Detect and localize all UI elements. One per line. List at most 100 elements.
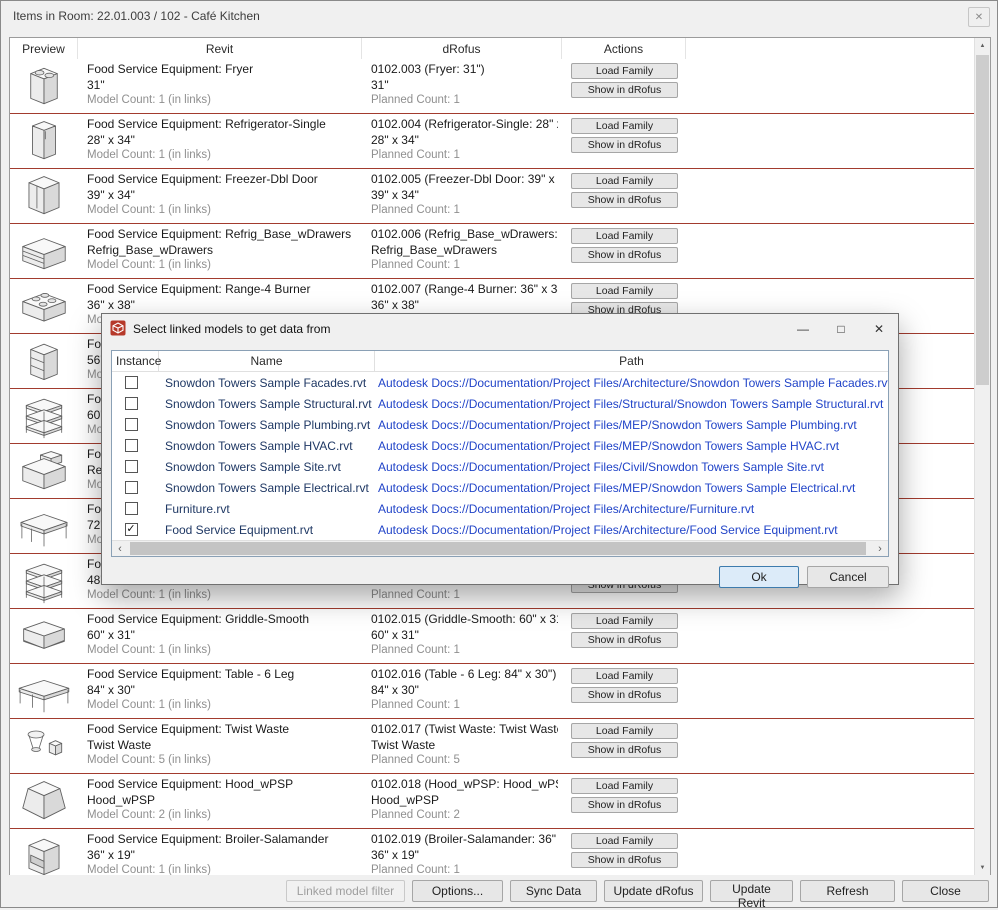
cancel-button[interactable]: Cancel [807,566,889,588]
linked-models-dialog: Select linked models to get data from — … [101,313,899,585]
load-family-button[interactable]: Load Family [571,63,678,79]
item-row: Food Service Equipment: Refrig_Base_wDra… [10,224,990,279]
revit-family-name: Food Service Equipment: Broiler-Salamand… [87,832,358,848]
load-family-button[interactable]: Load Family [571,778,678,794]
update-drofus-button[interactable]: Update dRofus [604,880,703,902]
load-family-button[interactable]: Load Family [571,723,678,739]
column-header-empty [686,38,990,59]
drofus-type-name: 39" x 34" [371,188,558,204]
dialog-minimize-button[interactable]: — [784,314,822,344]
load-family-button[interactable]: Load Family [571,668,678,684]
revit-type-name: 36" x 38" [87,298,358,314]
instance-checkbox[interactable]: ✓ [125,523,138,536]
instance-checkbox[interactable] [125,502,138,515]
show-in-drofus-button[interactable]: Show in dRofus [571,247,678,263]
show-in-drofus-button[interactable]: Show in dRofus [571,852,678,868]
window-titlebar: Items in Room: 22.01.003 / 102 - Café Ki… [1,1,997,31]
model-name: Snowdon Towers Sample Structural.rvt [159,397,375,411]
item-preview [10,279,78,333]
scroll-down-icon[interactable]: ▼ [975,860,990,876]
dialog-close-button[interactable]: ✕ [860,314,898,344]
linked-model-row[interactable]: Furniture.rvt Autodesk Docs://Documentat… [112,498,888,519]
drofus-cell: 0102.019 (Broiler-Salamander: 36" x 19")… [362,829,562,876]
column-header-preview: Preview [10,38,78,59]
scroll-right-icon[interactable]: › [872,541,888,556]
instance-checkbox[interactable] [125,376,138,389]
model-count: Model Count: 1 (in links) [87,698,358,714]
linked-model-row[interactable]: Snowdon Towers Sample Plumbing.rvt Autod… [112,414,888,435]
drofus-type-name: 84" x 30" [371,683,558,699]
show-in-drofus-button[interactable]: Show in dRofus [571,632,678,648]
show-in-drofus-button[interactable]: Show in dRofus [571,742,678,758]
model-count: Model Count: 2 (in links) [87,808,358,824]
dialog-maximize-button[interactable]: □ [822,314,860,344]
instance-checkbox[interactable] [125,439,138,452]
planned-count: Planned Count: 2 [371,808,558,824]
dialog-titlebar: Select linked models to get data from — … [102,314,898,344]
item-preview [10,334,78,388]
load-family-button[interactable]: Load Family [571,833,678,849]
empty-cell [686,59,990,113]
linked-model-row[interactable]: Snowdon Towers Sample Site.rvt Autodesk … [112,456,888,477]
drofus-type-name: 31" [371,78,558,94]
dialog-window-controls: — □ ✕ [784,314,898,344]
linked-model-row[interactable]: Snowdon Towers Sample HVAC.rvt Autodesk … [112,435,888,456]
ok-button[interactable]: Ok [719,566,799,588]
planned-count: Planned Count: 1 [371,203,558,219]
model-count: Model Count: 1 (in links) [87,148,358,164]
revit-type-name: Hood_wPSP [87,793,358,809]
load-family-button[interactable]: Load Family [571,118,678,134]
vertical-scrollbar-thumb[interactable] [976,55,989,385]
linked-models-table-header: Instance Name Path [112,351,888,372]
planned-count: Planned Count: 1 [371,258,558,274]
column-header-path: Path [375,351,888,371]
load-family-button[interactable]: Load Family [571,228,678,244]
options-button[interactable]: Options... [412,880,503,902]
model-count: Model Count: 1 (in links) [87,203,358,219]
show-in-drofus-button[interactable]: Show in dRofus [571,192,678,208]
close-button[interactable]: Close [902,880,989,902]
drofus-item-name: 0102.004 (Refrigerator-Single: 28" x 34"… [371,117,558,133]
load-family-button[interactable]: Load Family [571,613,678,629]
scroll-left-icon[interactable]: ‹ [112,541,128,556]
instance-checkbox[interactable] [125,418,138,431]
linked-model-row[interactable]: Snowdon Towers Sample Structural.rvt Aut… [112,393,888,414]
broiler-icon [15,833,73,876]
revit-cell: Food Service Equipment: Refrig_Base_wDra… [78,224,362,278]
griddle-icon [15,613,73,659]
show-in-drofus-button[interactable]: Show in dRofus [571,137,678,153]
load-family-button[interactable]: Load Family [571,173,678,189]
actions-cell: Load Family Show in dRofus [562,224,686,278]
instance-checkbox[interactable] [125,481,138,494]
planned-count: Planned Count: 5 [371,753,558,769]
dialog-body: Instance Name Path Snowdon Towers Sample… [102,344,898,596]
show-in-drofus-button[interactable]: Show in dRofus [571,797,678,813]
load-family-button[interactable]: Load Family [571,283,678,299]
drofus-item-name: 0102.019 (Broiler-Salamander: 36" x 19") [371,832,558,848]
sync-data-button[interactable]: Sync Data [510,880,597,902]
window-close-button[interactable]: ✕ [968,7,990,27]
horizontal-scrollbar-thumb[interactable] [130,542,866,555]
refresh-button[interactable]: Refresh [800,880,895,902]
item-row: Food Service Equipment: Table - 6 Leg 84… [10,664,990,719]
scroll-up-icon[interactable]: ▲ [975,38,990,54]
linked-model-row[interactable]: ✓ Food Service Equipment.rvt Autodesk Do… [112,519,888,540]
drofus-cell: 0102.017 (Twist Waste: Twist Waste) Twis… [362,719,562,773]
show-in-drofus-button[interactable]: Show in dRofus [571,82,678,98]
revit-cell: Food Service Equipment: Refrigerator-Sin… [78,114,362,168]
dialog-horizontal-scrollbar[interactable]: ‹ › [112,540,888,556]
empty-cell [686,114,990,168]
instance-checkbox[interactable] [125,460,138,473]
window-title: Items in Room: 22.01.003 / 102 - Café Ki… [13,9,260,23]
linked-model-row[interactable]: Snowdon Towers Sample Electrical.rvt Aut… [112,477,888,498]
column-header-name: Name [159,351,375,371]
revit-family-name: Food Service Equipment: Refrigerator-Sin… [87,117,358,133]
vertical-scrollbar[interactable]: ▲ ▼ [974,38,990,876]
linked-model-row[interactable]: Snowdon Towers Sample Facades.rvt Autode… [112,372,888,393]
drofus-item-name: 0102.003 (Fryer: 31") [371,62,558,78]
show-in-drofus-button[interactable]: Show in dRofus [571,687,678,703]
actions-cell: Load Family Show in dRofus [562,169,686,223]
instance-checkbox[interactable] [125,397,138,410]
item-preview [10,114,78,168]
update-revit-button[interactable]: Update Revit [710,880,793,902]
